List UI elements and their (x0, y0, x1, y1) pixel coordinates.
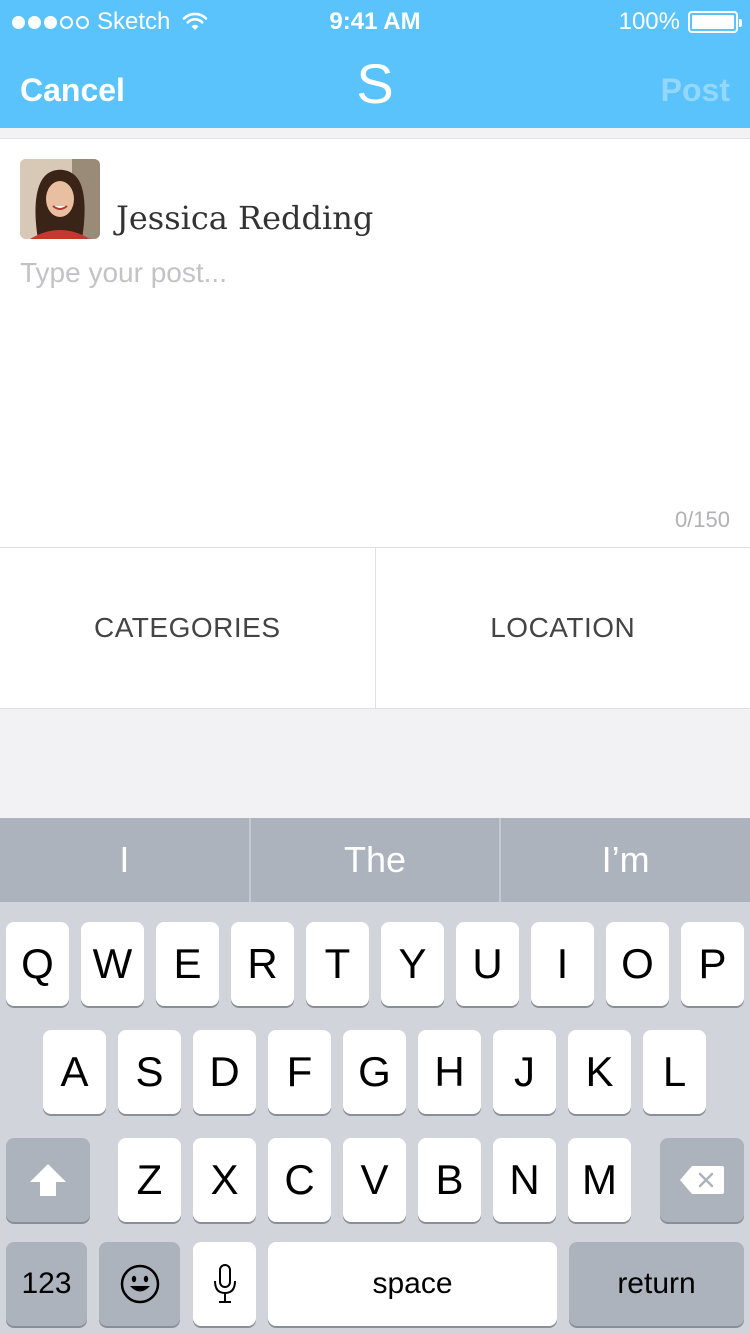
key-l[interactable]: L (643, 1030, 706, 1114)
key-b[interactable]: B (418, 1138, 481, 1222)
post-options: CATEGORIES LOCATION (0, 548, 750, 709)
status-bar: Sketch 9:41 AM 100% (0, 0, 750, 40)
top-bar: Sketch 9:41 AM 100% Cancel S Post (0, 0, 750, 128)
key-n[interactable]: N (493, 1138, 556, 1222)
delete-key[interactable] (660, 1138, 744, 1222)
suggestion-item[interactable]: I (0, 818, 249, 902)
key-g[interactable]: G (343, 1030, 406, 1114)
character-counter: 0/150 (674, 507, 730, 532)
key-i[interactable]: I (531, 922, 594, 1006)
emoji-smiley-icon (120, 1264, 159, 1304)
key-p[interactable]: P (681, 922, 744, 1006)
key-o[interactable]: O (606, 922, 669, 1006)
suggestion-item[interactable]: The (248, 818, 500, 902)
key-s[interactable]: S (118, 1030, 181, 1114)
app-logo: S (356, 52, 394, 115)
key-c[interactable]: C (268, 1138, 331, 1222)
battery-percentage: 100% (618, 8, 680, 35)
key-e[interactable]: E (156, 922, 219, 1006)
key-x[interactable]: X (193, 1138, 256, 1222)
user-photo-icon (20, 159, 100, 239)
suggestion-bar: I The I’m (0, 818, 750, 902)
post-button[interactable]: Post (661, 72, 730, 109)
location-button[interactable]: LOCATION (374, 548, 750, 708)
shift-arrow-icon (30, 1164, 66, 1196)
space-key[interactable]: space (268, 1242, 557, 1326)
key-t[interactable]: T (306, 922, 369, 1006)
return-key[interactable]: return (569, 1242, 744, 1326)
suggestion-item[interactable]: I’m (499, 818, 750, 902)
key-j[interactable]: J (493, 1030, 556, 1114)
key-w[interactable]: W (81, 922, 144, 1006)
key-q[interactable]: Q (6, 922, 69, 1006)
numbers-key[interactable]: 123 (6, 1242, 87, 1326)
post-text-input[interactable] (20, 257, 720, 497)
key-m[interactable]: M (568, 1138, 631, 1222)
backspace-icon (680, 1166, 724, 1194)
key-h[interactable]: H (418, 1030, 481, 1114)
key-d[interactable]: D (193, 1030, 256, 1114)
battery-icon (688, 11, 742, 33)
key-r[interactable]: R (231, 922, 294, 1006)
microphone-key[interactable] (193, 1242, 256, 1326)
key-y[interactable]: Y (381, 922, 444, 1006)
post-composer: Jessica Redding 0/150 (0, 138, 750, 548)
keyboard: I The I’m Q W E R T Y U I O P A S D F G … (0, 818, 750, 1334)
key-k[interactable]: K (568, 1030, 631, 1114)
key-a[interactable]: A (43, 1030, 106, 1114)
user-name: Jessica Redding (116, 199, 374, 237)
avatar (20, 159, 100, 239)
key-u[interactable]: U (456, 922, 519, 1006)
categories-button[interactable]: CATEGORIES (0, 548, 375, 708)
key-f[interactable]: F (268, 1030, 331, 1114)
key-v[interactable]: V (343, 1138, 406, 1222)
emoji-key[interactable] (99, 1242, 180, 1326)
microphone-icon (213, 1264, 236, 1303)
key-z[interactable]: Z (118, 1138, 181, 1222)
shift-key[interactable] (6, 1138, 90, 1222)
